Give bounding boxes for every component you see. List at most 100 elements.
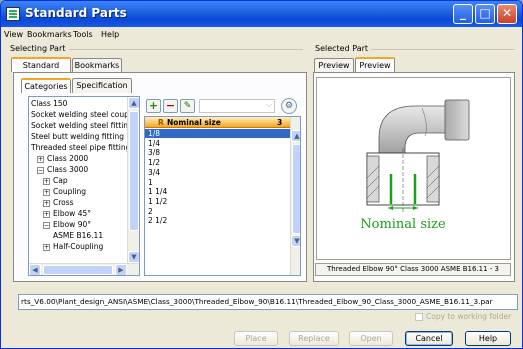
tree-item-label: Steel butt welding fitting — [31, 132, 124, 141]
place-button[interactable]: Place — [234, 331, 278, 346]
category-tree[interactable]: Class 150 Socket welding steel coupl Socke… — [28, 96, 140, 276]
copy-to-working-folder-checkbox[interactable] — [415, 313, 423, 321]
size-grid[interactable]: R Nominal size 3 1/8 1/4 3/8 1/2 3/4 1 1 1/4 1 … — [144, 116, 301, 276]
tree-item-label: Class 2000 — [47, 154, 89, 163]
tree-item[interactable]: + Cap — [43, 176, 68, 186]
tree-item[interactable]: + Elbow 45° — [43, 209, 91, 219]
tree-item-label: Coupling — [53, 187, 87, 196]
nominal-size-annotation: Nominal size — [360, 217, 446, 232]
file-path-field[interactable]: rts_V6.00\Plant_design_ANSI\ASME\Class_3… — [18, 294, 518, 310]
grid-header-nominal-size[interactable]: Nominal size — [167, 117, 221, 128]
tree-item[interactable]: − Class 3000 — [37, 165, 88, 175]
close-button[interactable]: ✕ — [497, 4, 517, 24]
expand-icon[interactable]: + — [43, 177, 50, 185]
tree-item[interactable]: − Elbow 90° — [43, 220, 91, 230]
scroll-thumb[interactable] — [129, 111, 139, 231]
settings-icon[interactable]: ⚙ — [281, 98, 297, 114]
tree-item[interactable]: Socket welding steel fitting — [31, 121, 133, 131]
window-title: Standard Parts — [25, 6, 127, 20]
menu-tools[interactable]: Tools — [73, 30, 93, 39]
tab-categories[interactable]: Categories — [21, 78, 71, 93]
copy-to-working-folder-label: Copy to working folder — [426, 312, 512, 321]
tab-specification[interactable]: Specification — [72, 78, 132, 93]
table-row[interactable]: 3/4 — [145, 168, 285, 177]
scroll-up-icon[interactable]: ▲ — [128, 97, 139, 109]
expand-icon[interactable]: + — [43, 210, 50, 218]
selecting-part-label: Selecting Part — [10, 44, 66, 53]
grid-scroll-thumb[interactable] — [292, 144, 300, 234]
tree-item-label: Cap — [53, 176, 68, 185]
tree-item-label: Cross — [53, 198, 74, 207]
hscroll-thumb[interactable] — [43, 265, 113, 275]
tree-item[interactable]: Steel butt welding fitting — [31, 132, 124, 142]
expand-icon[interactable]: + — [43, 188, 50, 196]
scroll-left-icon[interactable]: ◀ — [29, 264, 41, 275]
collapse-icon[interactable]: − — [43, 221, 50, 229]
help-button[interactable]: Help — [465, 331, 511, 346]
tree-item-label: Half-Coupling — [53, 242, 104, 251]
grid-scroll-down-icon[interactable]: ▼ — [291, 235, 300, 247]
tree-item[interactable]: Threaded steel pipe fitting — [31, 143, 130, 153]
tree-item[interactable]: + Coupling — [43, 187, 86, 197]
title-bar[interactable]: Standard Parts _ □ ✕ — [1, 1, 522, 27]
tree-item-label: Threaded steel pipe fitting — [31, 143, 131, 152]
group-divider — [371, 49, 515, 50]
grid-header-3[interactable]: 3 — [277, 117, 282, 128]
tree-item-label: Class 150 — [31, 99, 68, 108]
expand-icon[interactable]: + — [37, 155, 44, 163]
tree-item-label: ASME B16.11 — [53, 231, 104, 240]
tab-standard-parts[interactable]: Standard Parts — [11, 57, 71, 83]
table-row[interactable]: 1/2 — [145, 158, 285, 167]
table-row[interactable]: 1 1/4 — [145, 187, 285, 196]
tree-hscrollbar[interactable]: ◀ ▶ — [29, 263, 139, 275]
minimize-button[interactable]: _ — [453, 4, 473, 24]
tree-vscrollbar[interactable]: ▲ ▼ — [127, 97, 139, 263]
tree-item-label: Elbow 45° — [53, 209, 91, 218]
tree-item-label: Socket welding steel fitting — [31, 121, 133, 130]
expand-icon[interactable]: + — [43, 199, 50, 207]
table-row[interactable]: 1 1/2 — [145, 197, 285, 206]
grid-scroll-up-icon[interactable]: ▲ — [291, 130, 300, 142]
scroll-down-icon[interactable]: ▼ — [128, 251, 139, 263]
tree-item[interactable]: ASME B16.11 — [53, 231, 103, 241]
filter-dropdown[interactable]: ⌵ — [199, 99, 275, 113]
part-caption: Threaded Elbow 90° Class 3000 ASME B16.1… — [315, 263, 511, 276]
menu-bar: View Bookmarks Tools Help — [1, 28, 522, 42]
tree-item[interactable]: Socket welding steel coupl — [31, 110, 131, 120]
tree-item[interactable]: Class 150 — [31, 99, 67, 109]
expand-icon[interactable]: + — [43, 243, 50, 251]
table-row[interactable]: 1 — [145, 178, 285, 187]
tab-bookmarks[interactable]: Bookmarks — [72, 58, 122, 73]
app-icon — [6, 7, 20, 21]
tree-item-label: Socket welding steel coupl — [31, 110, 131, 119]
elbow-fitting-drawing: Nominal size — [360, 99, 470, 232]
tab-preview[interactable]: Preview — [314, 58, 354, 73]
scroll-right-icon[interactable]: ▶ — [115, 264, 127, 275]
menu-help[interactable]: Help — [101, 30, 119, 39]
replace-button[interactable]: Replace — [289, 331, 339, 346]
table-row[interactable]: 2 — [145, 207, 285, 216]
cancel-button[interactable]: Cancel — [405, 331, 453, 346]
tree-item[interactable]: + Cross — [43, 198, 74, 208]
selected-part-label: Selected Part — [315, 44, 369, 53]
menu-view[interactable]: View — [4, 30, 23, 39]
table-row[interactable]: 3/8 — [145, 148, 285, 157]
menu-bookmarks[interactable]: Bookmarks — [27, 30, 72, 39]
grid-header-row: R Nominal size 3 — [145, 117, 290, 128]
standard-parts-window: Standard Parts _ □ ✕ View Bookmarks Tool… — [0, 0, 523, 349]
edit-icon[interactable]: ✎ — [180, 99, 195, 113]
maximize-button[interactable]: □ — [475, 4, 495, 24]
collapse-icon[interactable]: − — [37, 166, 44, 174]
table-row[interactable]: 1/4 — [145, 139, 285, 148]
open-button[interactable]: Open — [349, 331, 393, 346]
grid-header-r[interactable]: R — [158, 117, 164, 128]
preview-canvas: Nominal size — [316, 77, 511, 260]
table-row[interactable]: 2 1/2 — [145, 216, 285, 225]
table-row[interactable]: 1/8 — [145, 129, 290, 138]
add-icon[interactable]: + — [146, 99, 161, 113]
tab-preview-1[interactable]: Preview 1 — [355, 57, 395, 83]
remove-icon[interactable]: − — [163, 99, 178, 113]
tree-item[interactable]: + Half-Coupling — [43, 242, 103, 252]
grid-vscrollbar[interactable]: ▲ ▼ — [290, 117, 300, 275]
tree-item[interactable]: + Class 2000 — [37, 154, 88, 164]
